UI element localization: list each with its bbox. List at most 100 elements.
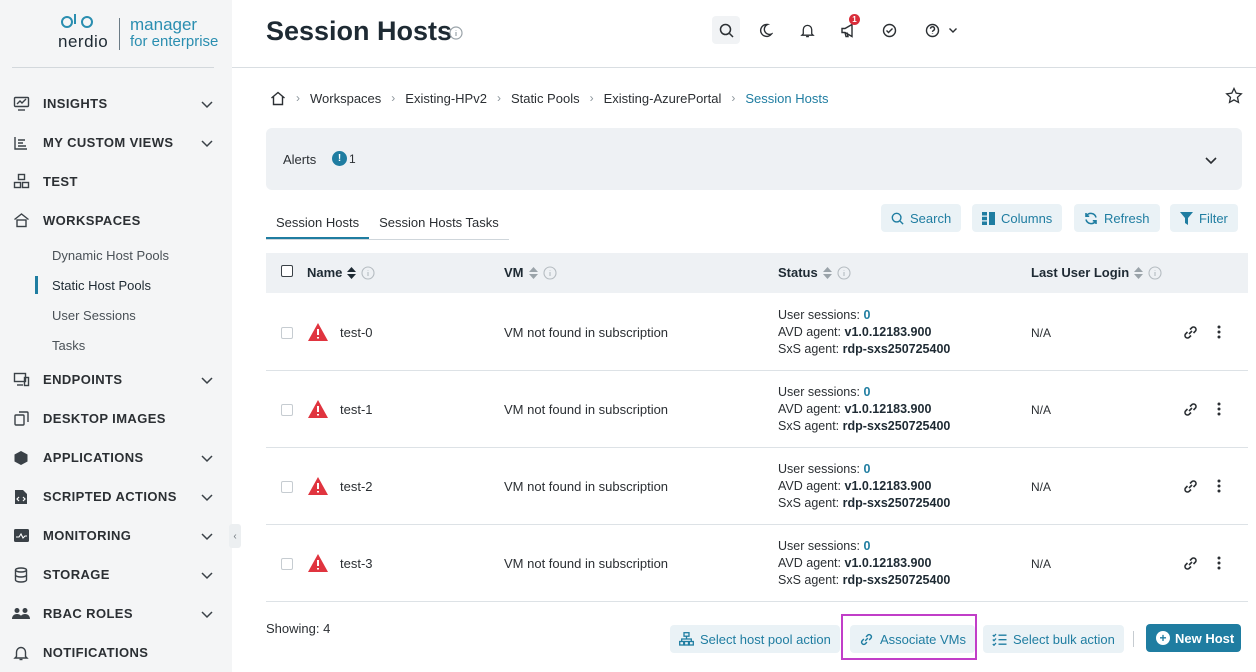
sidebar: nerdio manager for enterprise INSIGHTS M… xyxy=(0,0,232,672)
table-row[interactable]: test-0 VM not found in subscription User… xyxy=(266,294,1248,371)
sidebar-item-workspaces[interactable]: WORKSPACES xyxy=(0,201,232,240)
row-checkbox[interactable] xyxy=(281,481,293,493)
help-menu-button[interactable] xyxy=(918,16,964,44)
select-bulk-action-button[interactable]: Select bulk action xyxy=(983,625,1124,653)
notifications-button[interactable] xyxy=(793,16,821,44)
checkbox[interactable] xyxy=(281,265,293,277)
sidebar-subitem-user-sessions[interactable]: User Sessions xyxy=(0,300,232,330)
logo-enterprise-text: for enterprise xyxy=(130,33,219,50)
select-host-pool-action-button[interactable]: Select host pool action xyxy=(670,625,840,653)
sidebar-subitem-tasks[interactable]: Tasks xyxy=(0,330,232,360)
checkbox[interactable] xyxy=(281,327,293,339)
breadcrumb-existing-hpv2[interactable]: Existing-HPv2 xyxy=(405,91,487,106)
columns-button-label: Columns xyxy=(1001,210,1053,226)
user-sessions-count[interactable]: 0 xyxy=(863,539,870,553)
table-row[interactable]: test-1 VM not found in subscription User… xyxy=(266,371,1248,448)
sidebar-item-my-custom-views[interactable]: MY CUSTOM VIEWS xyxy=(0,123,232,162)
new-host-button[interactable]: + New Host xyxy=(1146,624,1241,652)
filter-button[interactable]: Filter xyxy=(1170,204,1238,232)
more-vertical-icon xyxy=(1217,479,1221,493)
sxs-agent-version: rdp-sxs250725400 xyxy=(842,342,951,356)
tasks-status-button[interactable] xyxy=(875,16,903,44)
avd-agent-version: v1.0.12183.900 xyxy=(844,479,932,493)
sidebar-item-storage[interactable]: STORAGE xyxy=(0,555,232,594)
associate-link-button[interactable] xyxy=(1181,400,1199,418)
sidebar-item-label: RBAC ROLES xyxy=(43,606,133,621)
sidebar-nav: INSIGHTS MY CUSTOM VIEWS TEST WORKSPACES… xyxy=(0,84,232,672)
storage-icon xyxy=(12,566,30,584)
nerdio-logo[interactable]: nerdio manager for enterprise xyxy=(58,14,218,54)
breadcrumb-static-pools[interactable]: Static Pools xyxy=(511,91,580,106)
sidebar-item-notifications[interactable]: NOTIFICATIONS xyxy=(0,633,232,672)
row-more-menu-button[interactable] xyxy=(1210,554,1228,572)
sidebar-item-scripted-actions[interactable]: SCRIPTED ACTIONS xyxy=(0,477,232,516)
select-all-checkbox[interactable] xyxy=(281,265,293,277)
sidebar-subitem-static-host-pools[interactable]: Static Host Pools xyxy=(0,270,232,300)
showing-count: Showing: 4 xyxy=(266,621,331,636)
sidebar-item-test[interactable]: TEST xyxy=(0,162,232,201)
sidebar-item-applications[interactable]: APPLICATIONS xyxy=(0,438,232,477)
user-sessions-count[interactable]: 0 xyxy=(863,308,870,322)
table-row[interactable]: test-3 VM not found in subscription User… xyxy=(266,525,1248,602)
columns-button[interactable]: Columns xyxy=(972,204,1063,232)
alert-info-icon: ! xyxy=(332,151,347,166)
row-checkbox[interactable] xyxy=(281,404,293,416)
global-search-button[interactable] xyxy=(712,16,740,44)
column-header-status[interactable]: Status xyxy=(778,265,851,280)
row-more-menu-button[interactable] xyxy=(1210,477,1228,495)
sidebar-item-label: ENDPOINTS xyxy=(43,372,123,387)
sidebar-collapse-handle[interactable]: ‹ xyxy=(229,524,241,548)
status-details: User sessions: 0 AVD agent: v1.0.12183.9… xyxy=(778,384,950,435)
logo-separator xyxy=(119,18,120,50)
search-button[interactable]: Search xyxy=(881,204,962,232)
column-header-name[interactable]: Name xyxy=(307,265,375,280)
sidebar-subitem-dynamic-host-pools[interactable]: Dynamic Host Pools xyxy=(0,240,232,270)
host-name[interactable]: test-3 xyxy=(340,556,373,571)
row-checkbox[interactable] xyxy=(281,327,293,339)
host-name[interactable]: test-1 xyxy=(340,402,373,417)
breadcrumb-existing-azureportal[interactable]: Existing-AzurePortal xyxy=(604,91,722,106)
breadcrumb-separator: › xyxy=(731,91,736,105)
announcements-button[interactable]: 1 xyxy=(834,14,862,44)
tab-session-hosts-tasks[interactable]: Session Hosts Tasks xyxy=(369,208,509,239)
user-sessions-count[interactable]: 0 xyxy=(863,385,870,399)
tab-session-hosts[interactable]: Session Hosts xyxy=(266,208,370,239)
sidebar-item-endpoints[interactable]: ENDPOINTS xyxy=(0,360,232,399)
sidebar-item-insights[interactable]: INSIGHTS xyxy=(0,84,232,123)
sxs-agent-label: SxS agent: xyxy=(778,419,840,433)
sidebar-item-desktop-images[interactable]: DESKTOP IMAGES xyxy=(0,399,232,438)
row-more-menu-button[interactable] xyxy=(1210,400,1228,418)
sidebar-item-rbac-roles[interactable]: RBAC ROLES xyxy=(0,594,232,633)
refresh-button[interactable]: Refresh xyxy=(1074,204,1160,232)
column-header-vm[interactable]: VM xyxy=(504,265,557,280)
checkbox[interactable] xyxy=(281,404,293,416)
info-icon xyxy=(542,265,557,280)
last-user-login: N/A xyxy=(1031,403,1052,417)
alerts-panel[interactable]: Alerts ! 1 xyxy=(266,128,1242,190)
chevron-down-icon[interactable] xyxy=(1203,152,1219,168)
info-icon[interactable] xyxy=(449,26,463,40)
checklist-icon xyxy=(992,633,1007,646)
chevron-down-icon xyxy=(948,28,957,33)
host-name[interactable]: test-0 xyxy=(340,325,373,340)
associate-link-button[interactable] xyxy=(1181,323,1199,341)
column-header-last-user-login[interactable]: Last User Login xyxy=(1031,265,1162,280)
dark-mode-toggle[interactable] xyxy=(751,16,779,44)
user-sessions-count[interactable]: 0 xyxy=(863,462,870,476)
checkbox[interactable] xyxy=(281,558,293,570)
logo-mark-icon xyxy=(61,14,93,28)
host-name[interactable]: test-2 xyxy=(340,479,373,494)
associate-link-button[interactable] xyxy=(1181,554,1199,572)
breadcrumb-workspaces[interactable]: Workspaces xyxy=(310,91,381,106)
sidebar-item-monitoring[interactable]: MONITORING xyxy=(0,516,232,555)
row-more-menu-button[interactable] xyxy=(1210,323,1228,341)
row-checkbox[interactable] xyxy=(281,558,293,570)
associate-link-button[interactable] xyxy=(1181,477,1199,495)
favorite-star-icon[interactable] xyxy=(1225,87,1243,105)
table-row[interactable]: test-2 VM not found in subscription User… xyxy=(266,448,1248,525)
home-icon[interactable] xyxy=(270,91,286,106)
desktop-images-icon xyxy=(12,410,30,428)
warning-icon xyxy=(308,400,328,418)
info-icon xyxy=(837,265,851,280)
checkbox[interactable] xyxy=(281,481,293,493)
